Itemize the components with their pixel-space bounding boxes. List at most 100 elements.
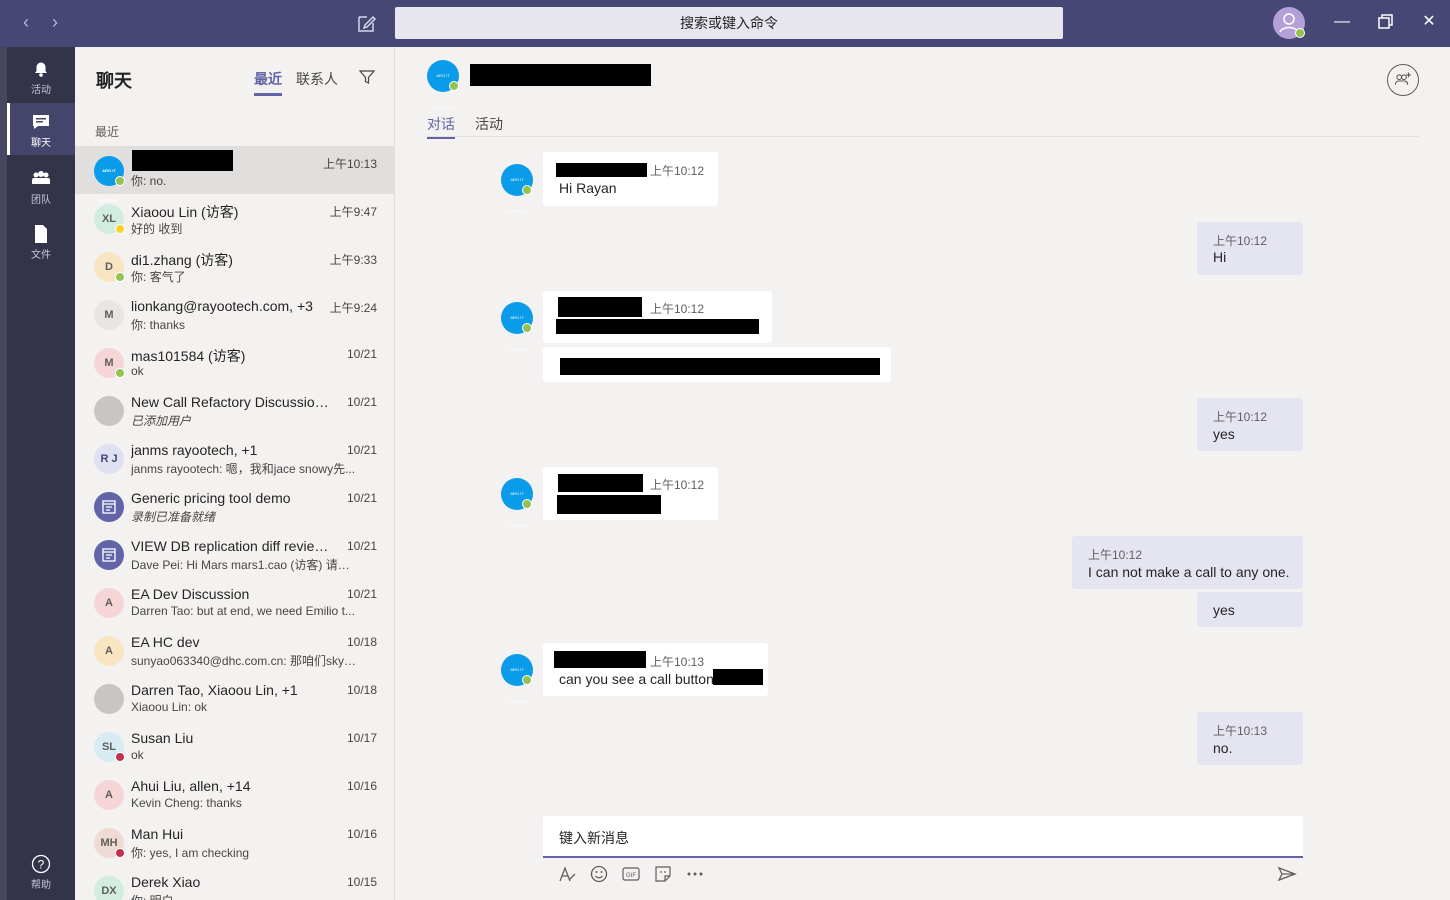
minimize-button[interactable]: — [1330, 10, 1354, 34]
file-icon [35, 225, 47, 243]
rail-activity[interactable]: 活动 [7, 50, 75, 102]
presence-away-icon [115, 224, 125, 234]
tab-recent[interactable]: 最近 [254, 69, 282, 96]
chat-row[interactable]: DX Derek Xiao 10/15 你: 明白 [75, 866, 394, 900]
restore-button[interactable] [1373, 10, 1397, 34]
rail-label: 文件 [31, 250, 51, 261]
chat-row[interactable]: D di1.zhang (访客) 上午9:33 你: 客气了 [75, 242, 394, 290]
tab-conversation[interactable]: 对话 [427, 114, 455, 139]
chat-row[interactable]: Darren Tao, Xiaoou Lin, +1 10/18 Xiaoou … [75, 674, 394, 722]
bell-icon [35, 62, 47, 77]
chat-row[interactable]: M mas101584 (访客) 10/21 ok [75, 338, 394, 386]
chat-row[interactable]: Generic pricing tool demo 10/21 录制已准备就绪 [75, 482, 394, 530]
presence-available-icon [1295, 28, 1305, 38]
chat-time: 10/21 [346, 587, 377, 601]
more-options-icon[interactable] [685, 864, 705, 884]
rail-help[interactable]: ? 帮助 [7, 845, 75, 897]
profile-avatar[interactable] [1273, 7, 1305, 39]
chat-name: Xiaoou Lin (访客) [131, 204, 239, 220]
emoji-icon[interactable] [589, 864, 609, 884]
chat-name: VIEW DB replication diff review ... [131, 538, 331, 554]
chat-row[interactable]: R J janms rayootech, +1 10/21 janms rayo… [75, 434, 394, 482]
message-bubble-own: 上午10:12 I can not make a call to any one… [1072, 536, 1303, 589]
chat-row[interactable]: A Ahui Liu, allen, +14 10/16 Kevin Cheng… [75, 770, 394, 818]
back-icon[interactable]: ‹ [16, 12, 36, 33]
group-avatar: A [94, 588, 124, 618]
chat-row[interactable]: VIEW DB replication diff review ... 10/2… [75, 530, 394, 578]
chat-row[interactable]: A EA Dev Discussion 10/21 Darren Tao: bu… [75, 578, 394, 626]
chat-preview: 你: thanks [131, 318, 186, 332]
new-chat-icon[interactable] [356, 12, 378, 34]
chat-preview: 好的 收到 [131, 222, 183, 236]
redacted-message [560, 358, 880, 375]
chat-row[interactable]: XL Xiaoou Lin (访客) 上午9:47 好的 收到 [75, 194, 394, 242]
chat-time: 10/21 [346, 395, 377, 409]
chat-icon [33, 115, 49, 129]
tab-contacts[interactable]: 联系人 [296, 69, 338, 89]
chat-time: 10/16 [346, 827, 377, 841]
rail-chat[interactable]: 聊天 [7, 103, 75, 155]
message-text: Hi [1213, 249, 1227, 265]
meeting-avatar [94, 540, 124, 570]
message-bubble [543, 347, 891, 382]
redacted-message [557, 495, 661, 514]
format-icon[interactable] [557, 864, 577, 884]
tab-activity[interactable]: 活动 [475, 114, 503, 134]
chat-row[interactable]: MH Man Hui 10/16 你: yes, I am checking [75, 818, 394, 866]
message-compose-input[interactable]: 键入新消息 [543, 816, 1303, 858]
message-text: can you see a call button [559, 671, 714, 687]
message-time: 上午10:13 [1213, 724, 1268, 738]
chat-preview: Xiaoou Lin: ok [131, 700, 208, 714]
add-people-icon [1395, 72, 1411, 85]
chat-preview: 录制已准备就绪 [131, 510, 216, 524]
message-bubble-own: yes [1197, 592, 1303, 627]
message-time: 上午10:12 [650, 302, 705, 316]
send-icon[interactable] [1277, 864, 1297, 884]
message-bubble: 上午10:12 [543, 467, 718, 520]
chat-name: Derek Xiao [131, 874, 201, 890]
rail-edge [0, 47, 7, 900]
chat-name: di1.zhang (访客) [131, 252, 233, 268]
presence-available-icon [449, 81, 459, 91]
rail-label: 团队 [31, 195, 51, 206]
chat-time: 上午9:47 [329, 205, 377, 219]
chat-time: 10/21 [346, 539, 377, 553]
chat-name: lionkang@rayootech.com, +3 [131, 298, 313, 314]
redacted-sender [554, 651, 646, 668]
presence-available-icon [115, 272, 125, 282]
presence-busy-icon [115, 848, 125, 858]
chat-row[interactable]: ARO IT SUPPORT 上午10:13 你: no. [75, 146, 394, 203]
filter-icon[interactable] [359, 69, 375, 85]
chat-name: Generic pricing tool demo [131, 490, 291, 506]
chat-time: 10/21 [346, 443, 377, 457]
chat-preview: ok [131, 748, 144, 762]
rail-teams[interactable]: 团队 [7, 160, 75, 212]
chat-name: EA HC dev [131, 634, 200, 650]
chat-name: janms rayootech, +1 [131, 442, 258, 458]
rail-files[interactable]: 文件 [7, 215, 75, 267]
chat-time: 10/15 [346, 875, 377, 889]
search-input[interactable]: 搜索或键入命令 [395, 7, 1063, 39]
avatar: M [94, 300, 124, 330]
chat-list-title: 聊天 [96, 71, 132, 91]
message-time: 上午10:12 [1213, 410, 1268, 424]
chat-row[interactable]: A EA HC dev 10/18 sunyao063340@dhc.com.c… [75, 626, 394, 674]
redacted-name [132, 150, 233, 171]
chat-preview: 你: yes, I am checking [131, 846, 250, 860]
chat-name: Man Hui [131, 826, 184, 842]
message-time: 上午10:12 [1213, 234, 1268, 248]
forward-icon[interactable]: › [45, 12, 65, 33]
sticker-icon[interactable] [653, 864, 673, 884]
chat-row[interactable]: SL Susan Liu 10/17 ok [75, 722, 394, 770]
chat-name: Susan Liu [131, 730, 194, 746]
add-people-button[interactable] [1387, 64, 1419, 96]
close-button[interactable]: ✕ [1417, 10, 1441, 34]
presence-available-icon [522, 675, 532, 685]
redacted-message [713, 669, 763, 685]
chat-row[interactable]: New Call Refactory Discussion ... 10/21 … [75, 386, 394, 434]
gif-icon[interactable]: GIF [621, 864, 641, 884]
presence-available-icon [115, 176, 125, 186]
chat-row[interactable]: M lionkang@rayootech.com, +3 上午9:24 你: t… [75, 290, 394, 338]
message-bubble-own: 上午10:12 Hi [1197, 222, 1303, 275]
chat-time: 10/16 [346, 779, 377, 793]
